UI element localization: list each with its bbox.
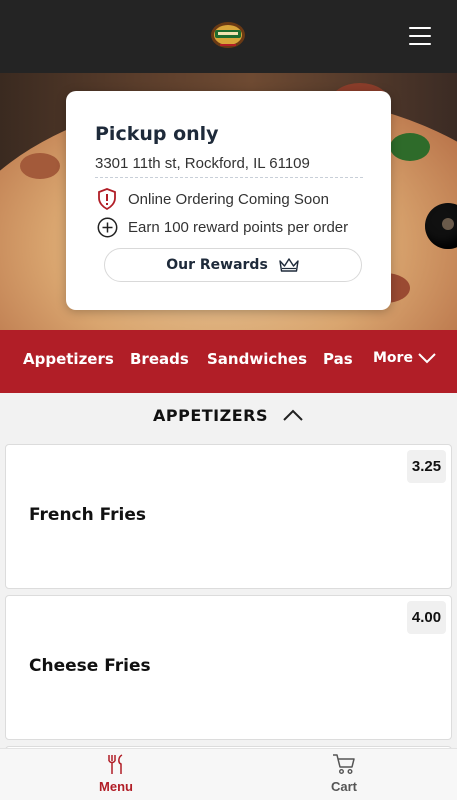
fork-knife-icon [108, 754, 123, 774]
menu-item-name: French Fries [29, 505, 147, 525]
our-rewards-button[interactable]: Our Rewards [104, 248, 362, 282]
top-bar [0, 0, 457, 73]
hamburger-icon[interactable] [409, 27, 431, 45]
crown-icon [278, 257, 300, 273]
menu-item-name: Cheese Fries [29, 656, 151, 676]
pickup-title: Pickup only [95, 123, 219, 145]
section-header[interactable]: APPETIZERS [0, 393, 457, 438]
category-appetizers[interactable]: Appetizers [23, 350, 114, 368]
menu-item-price: 3.25 [407, 450, 446, 483]
store-address[interactable]: 3301 11th st, Rockford, IL 61109 [95, 155, 363, 178]
ordering-notice: Online Ordering Coming Soon [96, 188, 329, 210]
plus-circle-icon [96, 216, 118, 238]
rewards-info-text: Earn 100 reward points per order [128, 218, 349, 236]
nav-cart-label: Cart [330, 779, 357, 794]
our-rewards-label: Our Rewards [166, 257, 268, 273]
category-breads[interactable]: Breads [130, 350, 189, 368]
shield-alert-icon [96, 188, 118, 210]
chevron-down-icon [418, 353, 436, 364]
nav-menu-tab[interactable]: Menu [76, 753, 156, 794]
ordering-notice-text: Online Ordering Coming Soon [128, 190, 329, 208]
nav-menu-label: Menu [99, 779, 133, 794]
cart-icon [333, 754, 355, 775]
more-categories-button[interactable]: More [373, 350, 437, 366]
category-pasta[interactable]: Pas [323, 350, 353, 368]
nav-cart-tab[interactable]: Cart [304, 753, 384, 794]
bottom-nav: Menu Cart [0, 748, 457, 800]
chevron-up-icon [283, 409, 303, 421]
rewards-info: Earn 100 reward points per order [96, 216, 348, 238]
restaurant-logo[interactable] [210, 19, 246, 51]
section-title: APPETIZERS [152, 406, 268, 425]
category-sandwiches[interactable]: Sandwiches [207, 350, 307, 368]
store-info-card: Pickup only 3301 11th st, Rockford, IL 6… [66, 91, 391, 310]
more-label: More [373, 350, 413, 366]
menu-item[interactable]: Cheese Fries 4.00 [5, 595, 452, 740]
category-bar: Appetizers Breads Sandwiches Pas More [0, 330, 457, 393]
menu-item-price: 4.00 [407, 601, 446, 634]
menu-item[interactable]: French Fries 3.25 [5, 444, 452, 589]
